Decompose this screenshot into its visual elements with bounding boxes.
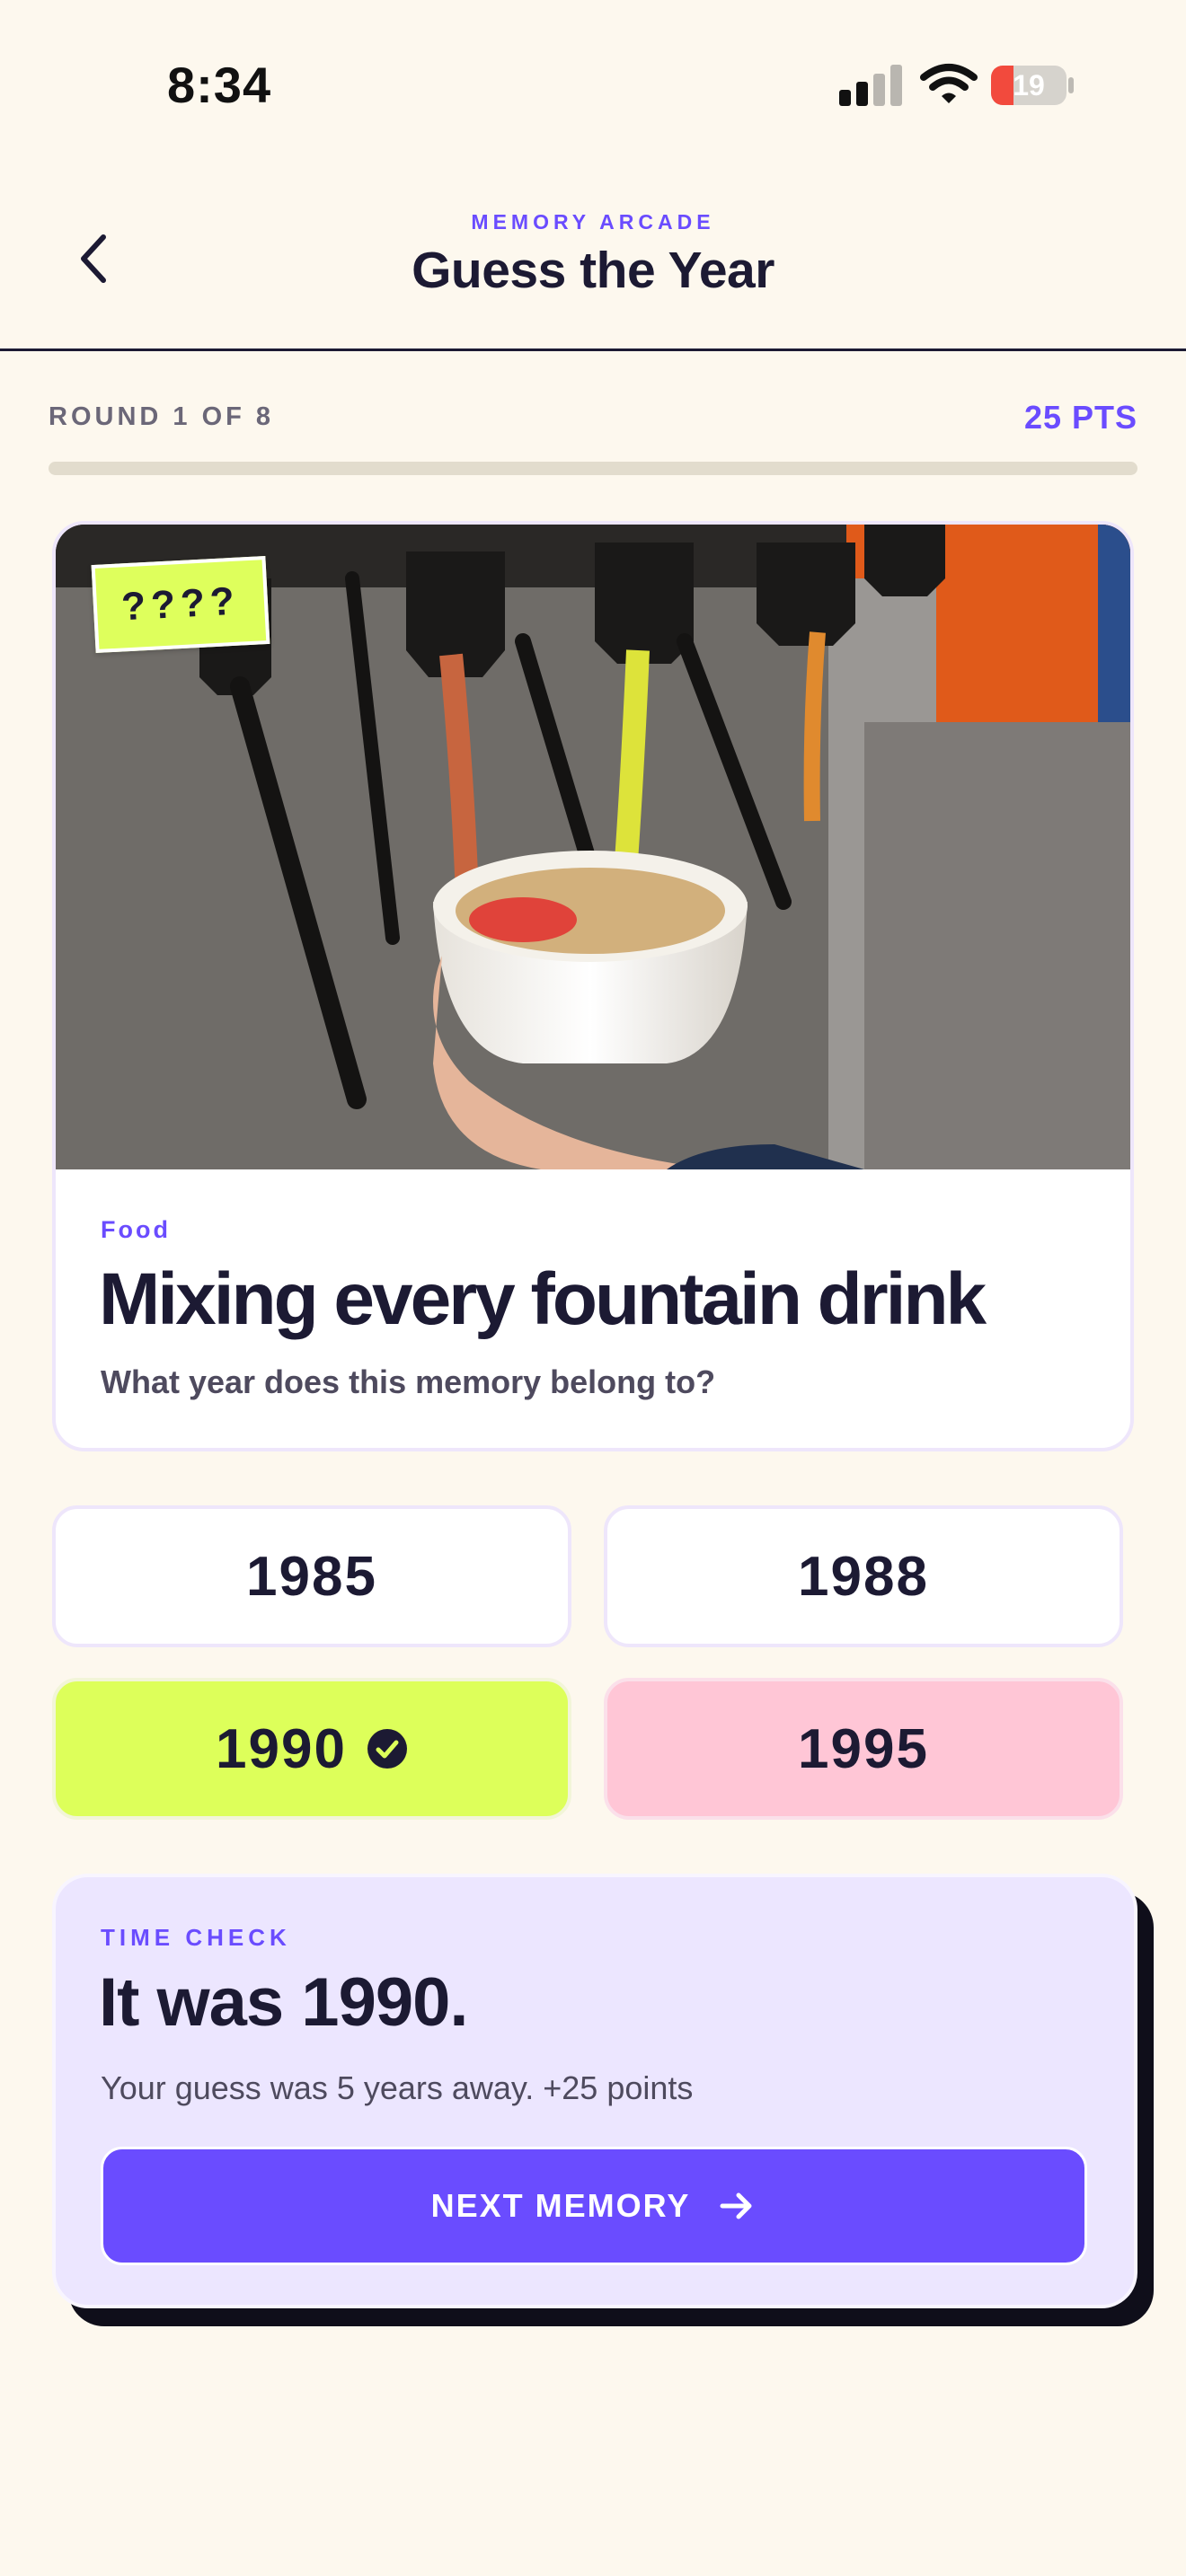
- result-card: TIME CHECK It was 1990. Your guess was 5…: [52, 1874, 1137, 2308]
- progress-bar: [49, 462, 1137, 475]
- result-detail: Your guess was 5 years away. +25 points: [101, 2069, 694, 2106]
- app-eyebrow: MEMORY ARCADE: [471, 210, 715, 234]
- option-label: 1988: [798, 1545, 929, 1608]
- memory-question: What year does this memory belong to?: [101, 1363, 716, 1400]
- next-memory-label: NEXT MEMORY: [430, 2187, 691, 2224]
- year-sticker: ????: [91, 555, 270, 654]
- check-circle-icon: [367, 1728, 408, 1769]
- option-1995[interactable]: 1995: [604, 1678, 1123, 1820]
- option-label: 1985: [246, 1545, 377, 1608]
- battery-icon: 19: [990, 65, 1075, 106]
- arrow-right-icon: [717, 2186, 757, 2226]
- option-1990[interactable]: 1990: [52, 1678, 571, 1820]
- points-label: 25 PTS: [1023, 399, 1137, 436]
- option-label: 1990: [216, 1717, 347, 1780]
- memory-title: Mixing every fountain drink: [99, 1258, 987, 1340]
- battery-level: 19: [1013, 68, 1045, 101]
- result-title: It was 1990.: [99, 1964, 468, 2041]
- option-1988[interactable]: 1988: [604, 1505, 1123, 1647]
- result-eyebrow: TIME CHECK: [101, 1924, 291, 1951]
- option-1985[interactable]: 1985: [52, 1505, 571, 1647]
- round-label: ROUND 1 OF 8: [49, 402, 275, 431]
- memory-card: ???? Food Mixing every fountain drink Wh…: [52, 521, 1134, 1451]
- option-label: 1995: [798, 1717, 929, 1780]
- category-label: Food: [101, 1216, 171, 1243]
- cellular-signal-icon: [839, 65, 904, 106]
- next-memory-button[interactable]: NEXT MEMORY: [101, 2147, 1087, 2265]
- page-title: Guess the Year: [412, 242, 774, 299]
- header: MEMORY ARCADE Guess the Year: [0, 171, 1186, 351]
- memory-photo: ????: [56, 525, 1130, 1169]
- status-time: 8:34: [167, 57, 272, 113]
- wifi-icon: [920, 63, 978, 106]
- status-bar: 8:34 19: [0, 0, 1186, 171]
